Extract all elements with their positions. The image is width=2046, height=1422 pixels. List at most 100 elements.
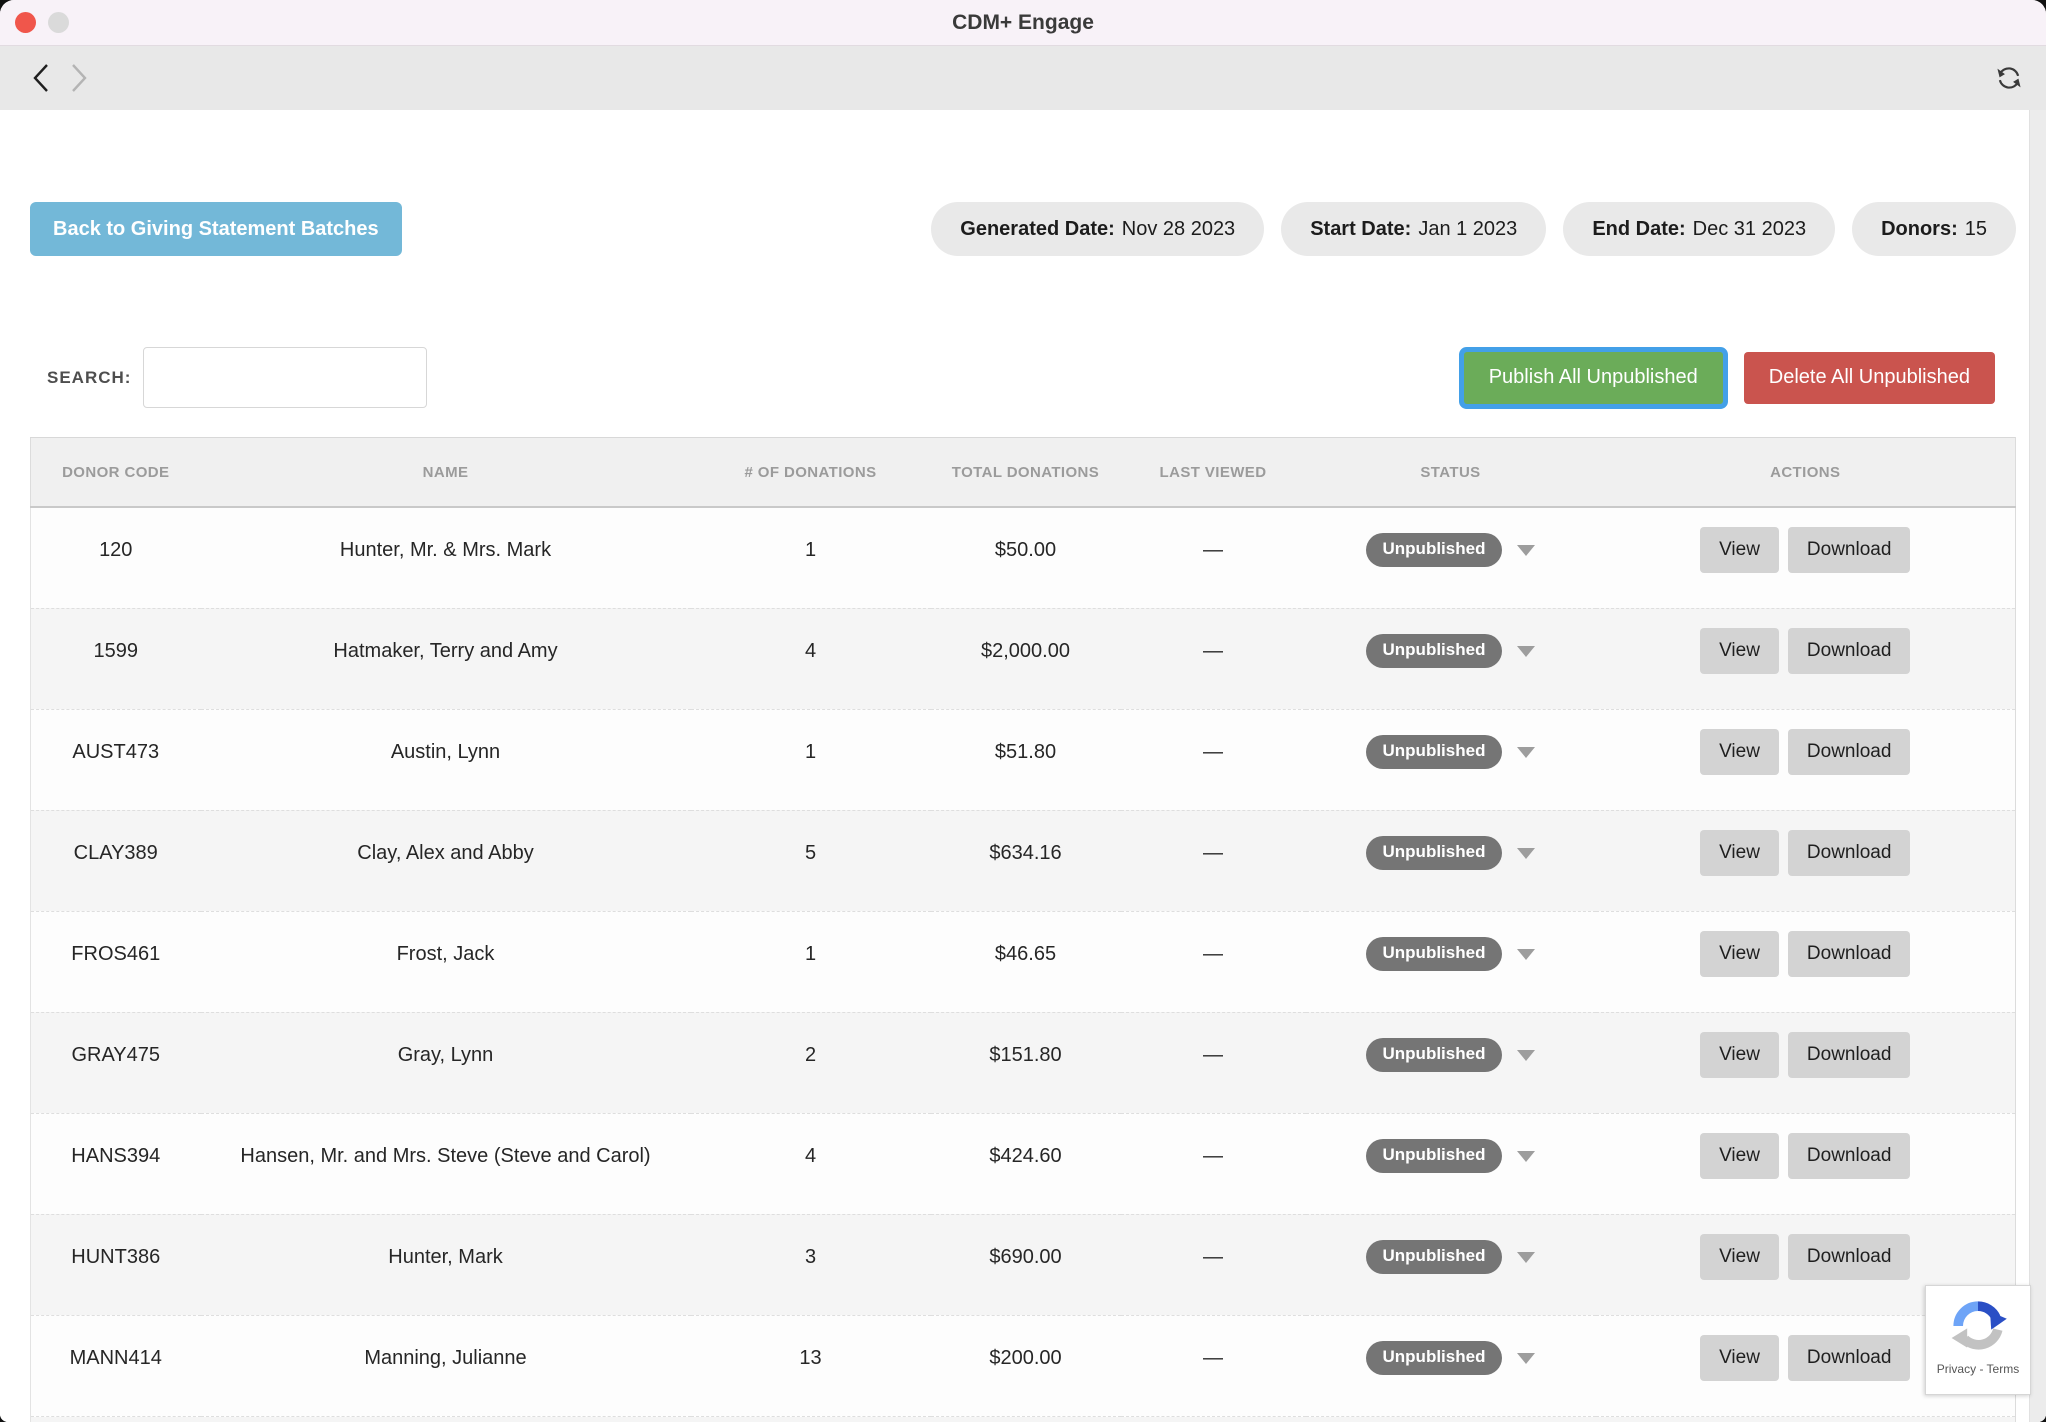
cell-donor-code: FROS461 — [31, 911, 201, 1012]
search-input[interactable] — [143, 347, 427, 408]
cell-last-viewed: — — [1121, 911, 1306, 1012]
download-button[interactable]: Download — [1788, 1335, 1911, 1381]
download-button[interactable]: Download — [1788, 1234, 1911, 1280]
refresh-icon[interactable] — [1994, 63, 2024, 93]
publish-all-button[interactable]: Publish All Unpublished — [1464, 352, 1723, 404]
dropdown-caret-icon[interactable] — [1517, 949, 1535, 960]
cell-total-donations: $690.00 — [931, 1214, 1121, 1315]
cell-donor-code: CLAY389 — [31, 810, 201, 911]
cell-actions: View Download — [1596, 507, 2016, 608]
table-row: CLAY389 Clay, Alex and Abby 5 $634.16 — … — [31, 810, 2016, 911]
pill-label: Donors: — [1881, 218, 1958, 241]
table-row: GRAY475 Gray, Lynn 2 $151.80 — Unpublish… — [31, 1012, 2016, 1113]
cell-last-viewed: — — [1121, 608, 1306, 709]
cell-status: Unpublished — [1306, 1315, 1596, 1416]
pill-value: 15 — [1965, 218, 1987, 241]
status-badge[interactable]: Unpublished — [1366, 533, 1503, 567]
download-button[interactable]: Download — [1788, 527, 1911, 573]
delete-all-button[interactable]: Delete All Unpublished — [1744, 352, 1995, 404]
cell-last-viewed: — — [1121, 1113, 1306, 1214]
col-donor-code: DONOR CODE — [31, 438, 201, 508]
statements-table-wrap: DONOR CODE NAME # OF DONATIONS TOTAL DON… — [30, 437, 2016, 1422]
cell-last-viewed: — — [1121, 1012, 1306, 1113]
dropdown-caret-icon[interactable] — [1517, 747, 1535, 758]
status-badge[interactable]: Unpublished — [1366, 1240, 1503, 1274]
close-icon[interactable] — [15, 12, 36, 33]
status-badge[interactable]: Unpublished — [1366, 937, 1503, 971]
cell-num-donations: 1 — [691, 507, 931, 608]
download-button[interactable]: Download — [1788, 628, 1911, 674]
cell-status: Unpublished — [1306, 1214, 1596, 1315]
status-badge[interactable]: Unpublished — [1366, 1341, 1503, 1375]
status-badge[interactable]: Unpublished — [1366, 1139, 1503, 1173]
scrollbar-track[interactable] — [2029, 110, 2046, 1422]
cell-last-viewed: — — [1121, 709, 1306, 810]
status-badge[interactable]: Unpublished — [1366, 735, 1503, 769]
pill-label: Generated Date: — [960, 218, 1115, 241]
view-button[interactable]: View — [1700, 1234, 1779, 1280]
dropdown-caret-icon[interactable] — [1517, 848, 1535, 859]
view-button[interactable]: View — [1700, 527, 1779, 573]
cell-num-donations: 4 — [691, 608, 931, 709]
download-button[interactable]: Download — [1788, 1133, 1911, 1179]
batch-info-pills: Generated Date:Nov 28 2023 Start Date:Ja… — [931, 202, 2016, 256]
dropdown-caret-icon[interactable] — [1517, 1151, 1535, 1162]
cell-name: Hunter, Mr. & Mrs. Mark — [201, 507, 691, 608]
cell-status: Unpublished — [1306, 911, 1596, 1012]
download-button[interactable]: Download — [1788, 1032, 1911, 1078]
cell-total-donations: $200.00 — [931, 1315, 1121, 1416]
cell-name: Hansen, Mr. and Mrs. Steve (Steve and Ca… — [201, 1113, 691, 1214]
dropdown-caret-icon[interactable] — [1517, 1050, 1535, 1061]
toolbar — [0, 46, 2046, 111]
statements-table: DONOR CODE NAME # OF DONATIONS TOTAL DON… — [30, 437, 2016, 1417]
dropdown-caret-icon[interactable] — [1517, 1252, 1535, 1263]
view-button[interactable]: View — [1700, 729, 1779, 775]
status-badge[interactable]: Unpublished — [1366, 836, 1503, 870]
controls-row: SEARCH: Publish All Unpublished Delete A… — [30, 346, 1995, 409]
cell-name: Hunter, Mark — [201, 1214, 691, 1315]
cell-donor-code: 1599 — [31, 608, 201, 709]
view-button[interactable]: View — [1700, 1335, 1779, 1381]
titlebar: CDM+ Engage — [0, 0, 2046, 46]
donors-count-pill: Donors: 15 — [1852, 202, 2016, 256]
pill-label: End Date: — [1592, 218, 1685, 241]
table-row: HUNT386 Hunter, Mark 3 $690.00 — Unpubli… — [31, 1214, 2016, 1315]
table-row: 120 Hunter, Mr. & Mrs. Mark 1 $50.00 — U… — [31, 507, 2016, 608]
col-num-donations: # OF DONATIONS — [691, 438, 931, 508]
status-badge[interactable]: Unpublished — [1366, 634, 1503, 668]
back-to-batches-button[interactable]: Back to Giving Statement Batches — [30, 202, 402, 256]
cell-total-donations: $634.16 — [931, 810, 1121, 911]
view-button[interactable]: View — [1700, 1032, 1779, 1078]
dropdown-caret-icon[interactable] — [1517, 646, 1535, 657]
cell-name: Frost, Jack — [201, 911, 691, 1012]
view-button[interactable]: View — [1700, 1133, 1779, 1179]
cell-actions: View Download — [1596, 1012, 2016, 1113]
download-button[interactable]: Download — [1788, 931, 1911, 977]
cell-num-donations: 1 — [691, 911, 931, 1012]
cell-donor-code: HANS394 — [31, 1113, 201, 1214]
view-button[interactable]: View — [1700, 830, 1779, 876]
back-icon[interactable] — [30, 63, 52, 93]
recaptcha-icon — [1948, 1296, 2008, 1356]
window-title: CDM+ Engage — [952, 11, 1094, 35]
dropdown-caret-icon[interactable] — [1517, 1353, 1535, 1364]
minimize-icon[interactable] — [48, 12, 69, 33]
cell-num-donations: 3 — [691, 1214, 931, 1315]
download-button[interactable]: Download — [1788, 729, 1911, 775]
cell-status: Unpublished — [1306, 507, 1596, 608]
forward-icon[interactable] — [68, 63, 90, 93]
cell-donor-code: MANN414 — [31, 1315, 201, 1416]
cell-num-donations: 1 — [691, 709, 931, 810]
view-button[interactable]: View — [1700, 628, 1779, 674]
cell-total-donations: $50.00 — [931, 507, 1121, 608]
dropdown-caret-icon[interactable] — [1517, 545, 1535, 556]
cell-num-donations: 5 — [691, 810, 931, 911]
recaptcha-privacy-terms[interactable]: Privacy - Terms — [1937, 1362, 2019, 1376]
main-content: Back to Giving Statement Batches Generat… — [0, 110, 2046, 1422]
recaptcha-badge[interactable]: Privacy - Terms — [1925, 1285, 2031, 1395]
cell-status: Unpublished — [1306, 608, 1596, 709]
status-badge[interactable]: Unpublished — [1366, 1038, 1503, 1072]
pill-value: Nov 28 2023 — [1122, 218, 1235, 241]
view-button[interactable]: View — [1700, 931, 1779, 977]
download-button[interactable]: Download — [1788, 830, 1911, 876]
